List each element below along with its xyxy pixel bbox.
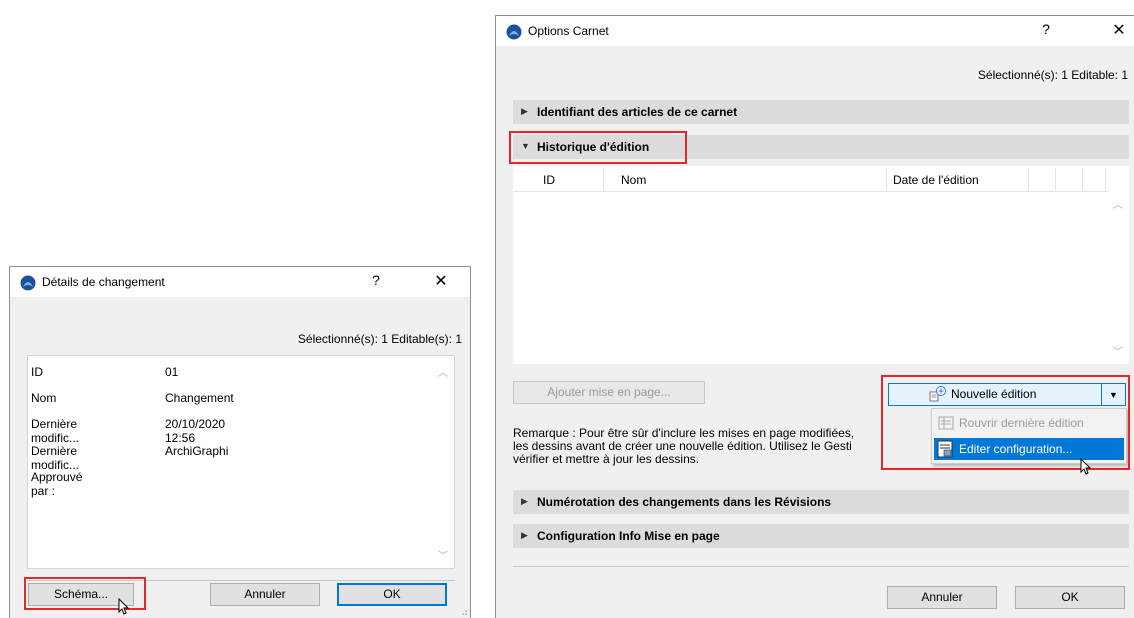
column-header-nom[interactable]: Nom	[621, 173, 646, 187]
selection-status: Sélectionné(s): 1 Editable: 1	[977, 68, 1128, 82]
notebook-options-dialog: Options Carnet ? ✕ Sélectionné(s): 1 Edi…	[495, 15, 1134, 618]
property-key: Dernière modific...	[31, 417, 80, 445]
divider	[27, 580, 455, 581]
new-edition-dropdown-menu: Rouvrir dernière édition Editer configur…	[931, 408, 1127, 464]
section-numerotation[interactable]: ▶ Numérotation des changements dans les …	[513, 490, 1129, 514]
archicad-app-icon	[20, 275, 36, 291]
close-button[interactable]: ✕	[430, 271, 452, 291]
property-value: 01	[165, 365, 179, 379]
column-divider	[1028, 168, 1029, 190]
dialog-title: Options Carnet	[528, 24, 609, 38]
help-button[interactable]: ?	[1036, 21, 1056, 37]
dropdown-arrow-icon: ▼	[1109, 390, 1118, 400]
reopen-icon	[938, 416, 954, 430]
properties-list[interactable]: ID 01 Nom Changement Dernière modific...…	[27, 355, 455, 569]
mouse-cursor-icon	[118, 598, 130, 615]
column-divider	[1055, 168, 1056, 190]
edit-config-icon	[937, 440, 953, 458]
property-value: 20/10/2020 12:56	[165, 417, 226, 445]
triangle-down-icon: ▼	[521, 141, 530, 151]
property-key: ID	[31, 365, 43, 379]
new-edition-dropdown-button[interactable]: ▼	[1101, 383, 1126, 406]
menu-item-label: Rouvrir dernière édition	[959, 416, 1084, 430]
new-edition-label: Nouvelle édition	[951, 387, 1037, 401]
section-configuration[interactable]: ▶ Configuration Info Mise en page	[513, 524, 1129, 548]
divider	[513, 566, 1129, 567]
scroll-up-icon[interactable]: ︿	[438, 364, 448, 379]
new-edition-icon	[929, 386, 946, 402]
column-divider	[1105, 168, 1106, 190]
property-key: Approuvé par :	[31, 470, 83, 498]
edition-history-table[interactable]: ID Nom Date de l'édition ︿ ﹀	[513, 166, 1129, 364]
triangle-right-icon: ▶	[521, 106, 528, 116]
section-label: Historique d'édition	[537, 140, 650, 154]
selection-status: Sélectionné(s): 1 Editable(s): 1	[297, 332, 462, 346]
add-layout-button[interactable]: Ajouter mise en page...	[513, 381, 705, 404]
column-header-id[interactable]: ID	[543, 173, 555, 187]
section-historique[interactable]: ▼ Historique d'édition	[513, 135, 1129, 159]
cancel-button[interactable]: Annuler	[887, 586, 997, 609]
scroll-down-icon[interactable]: ﹀	[1113, 343, 1123, 358]
menu-item-reopen-last-edition[interactable]: Rouvrir dernière édition	[934, 412, 1124, 434]
column-header-date[interactable]: Date de l'édition	[893, 173, 979, 187]
column-divider	[1082, 168, 1083, 190]
triangle-right-icon: ▶	[521, 496, 528, 506]
menu-item-label: Editer configuration...	[959, 442, 1073, 456]
mouse-cursor-icon	[1080, 458, 1092, 475]
section-label: Identifiant des articles de ce carnet	[537, 105, 738, 119]
change-details-dialog: Détails de changement ? ✕ Sélectionné(s)…	[9, 266, 471, 618]
ok-button[interactable]: OK	[1015, 586, 1125, 609]
property-key: Dernière modific...	[31, 444, 80, 472]
help-button[interactable]: ?	[366, 272, 386, 288]
table-header: ID Nom Date de l'édition	[513, 166, 1109, 192]
close-button[interactable]: ✕	[1108, 20, 1130, 40]
column-divider	[886, 168, 887, 190]
property-key: Nom	[31, 391, 57, 405]
remark-line: vérifier et mettre à jour les dessins.	[513, 452, 700, 466]
property-value: Changement	[165, 391, 234, 405]
dialog-title: Détails de changement	[42, 275, 165, 289]
column-divider	[603, 168, 604, 190]
ok-button[interactable]: OK	[337, 583, 447, 606]
section-label: Numérotation des changements dans les Ré…	[537, 495, 832, 509]
cancel-button[interactable]: Annuler	[210, 583, 320, 606]
new-edition-button[interactable]: Nouvelle édition	[888, 383, 1104, 406]
section-identifiant[interactable]: ▶ Identifiant des articles de ce carnet	[513, 100, 1129, 124]
triangle-right-icon: ▶	[521, 530, 528, 540]
dialog-titlebar: Détails de changement ? ✕	[10, 267, 470, 297]
dialog-titlebar: Options Carnet ? ✕	[496, 16, 1134, 46]
scroll-up-icon[interactable]: ︿	[1113, 196, 1123, 211]
property-value: ArchiGraphi	[165, 444, 229, 458]
remark-text: Remarque : Pour être sûr d'inclure les m…	[513, 427, 933, 466]
scroll-down-icon[interactable]: ﹀	[438, 547, 448, 562]
section-label: Configuration Info Mise en page	[537, 529, 720, 543]
resize-grip-icon[interactable]	[460, 608, 468, 616]
archicad-app-icon	[506, 24, 522, 40]
menu-item-edit-configuration[interactable]: Editer configuration...	[934, 438, 1124, 460]
